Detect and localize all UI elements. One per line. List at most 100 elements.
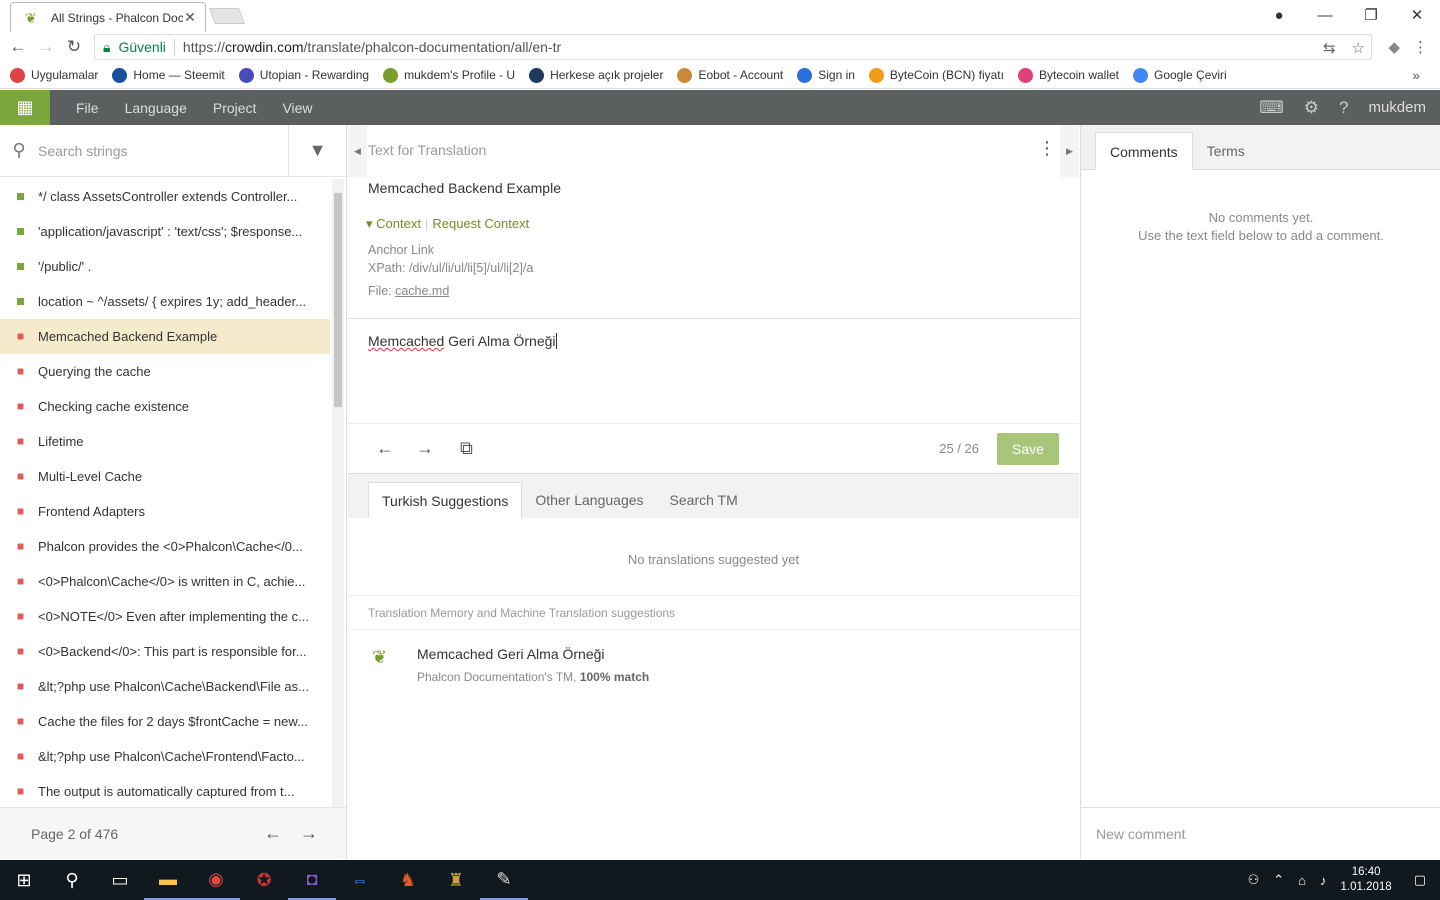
username[interactable]: mukdem bbox=[1368, 99, 1426, 116]
tab-terms[interactable]: Terms bbox=[1193, 132, 1259, 169]
scrollbar-thumb[interactable] bbox=[334, 193, 342, 407]
bookmark-item[interactable]: Google Çeviri bbox=[1133, 67, 1227, 83]
bookmark-item[interactable]: mukdem's Profile - U bbox=[383, 67, 515, 83]
extension-icon[interactable]: ◆ bbox=[1388, 38, 1400, 56]
tray-chevron-icon[interactable]: ⌃ bbox=[1273, 872, 1284, 888]
context-row: ▾ Context | Request Context bbox=[366, 216, 529, 232]
close-window-icon[interactable]: ✕ bbox=[1394, 6, 1440, 24]
strings-scrollbar[interactable] bbox=[332, 179, 344, 809]
tab-search-tm[interactable]: Search TM bbox=[657, 482, 751, 518]
app-icon[interactable]: ♞ bbox=[384, 860, 432, 900]
save-button[interactable]: Save bbox=[997, 432, 1059, 465]
reload-icon[interactable]: ↻ bbox=[60, 37, 88, 57]
string-row[interactable]: &lt;?php use Phalcon\Cache\Backend\File … bbox=[0, 669, 330, 704]
string-row[interactable]: Phalcon provides the <0>Phalcon\Cache</0… bbox=[0, 529, 330, 564]
clock[interactable]: 16:40 1.01.2018 bbox=[1341, 865, 1392, 895]
string-row[interactable]: '/public/' . bbox=[0, 249, 330, 284]
keyboard-icon[interactable]: ⌨ bbox=[1259, 98, 1284, 118]
string-row[interactable]: */ class AssetsController extends Contro… bbox=[0, 179, 330, 214]
file-link[interactable]: cache.md bbox=[395, 284, 449, 298]
more-bookmarks-icon[interactable]: » bbox=[1412, 67, 1420, 83]
help-icon[interactable]: ? bbox=[1339, 98, 1348, 118]
string-row[interactable]: Memcached Backend Example bbox=[0, 319, 330, 354]
menu-item-view[interactable]: View bbox=[282, 100, 312, 116]
teamviewer-icon[interactable]: ⇔ bbox=[336, 860, 384, 900]
league-icon[interactable]: ♜ bbox=[432, 860, 480, 900]
next-page-icon[interactable]: → bbox=[300, 823, 318, 844]
new-comment-input[interactable]: New comment bbox=[1081, 807, 1440, 859]
string-row[interactable]: Querying the cache bbox=[0, 354, 330, 389]
prev-page-icon[interactable]: ← bbox=[264, 823, 282, 844]
untranslated-status-icon bbox=[17, 543, 24, 550]
url-field[interactable]: 🔒︎ Güvenli https://crowdin.com/translate… bbox=[94, 34, 1372, 60]
search-taskbar-icon[interactable]: ⚲ bbox=[48, 860, 96, 900]
string-row[interactable]: Checking cache existence bbox=[0, 389, 330, 424]
translate-page-icon[interactable]: ⇆ bbox=[1323, 39, 1336, 57]
string-row[interactable]: location ~ ^/assets/ { expires 1y; add_h… bbox=[0, 284, 330, 319]
bookmark-item[interactable]: Home — Steemit bbox=[112, 67, 225, 83]
string-row[interactable]: The output is automatically captured fro… bbox=[0, 774, 330, 809]
string-row[interactable]: Frontend Adapters bbox=[0, 494, 330, 529]
apps-grid-icon[interactable]: ▦ bbox=[0, 90, 50, 125]
bookmark-item[interactable]: Herkese açık projeler bbox=[529, 67, 663, 83]
profile-icon[interactable]: ● bbox=[1256, 7, 1302, 24]
previous-string-icon[interactable]: ← bbox=[376, 438, 394, 459]
string-row[interactable]: <0>NOTE</0> Even after implementing the … bbox=[0, 599, 330, 634]
bookmark-item[interactable]: Eobot - Account bbox=[677, 67, 783, 83]
next-string-icon[interactable]: → bbox=[416, 438, 434, 459]
new-tab-button[interactable] bbox=[209, 8, 245, 24]
menu-item-project[interactable]: Project bbox=[213, 100, 257, 116]
back-icon[interactable]: ← bbox=[4, 37, 32, 57]
minimize-icon[interactable]: — bbox=[1302, 7, 1348, 24]
anchor-link: Anchor Link bbox=[368, 243, 435, 257]
bookmark-item[interactable]: Sign in bbox=[797, 67, 855, 83]
maximize-icon[interactable]: ❐ bbox=[1348, 6, 1394, 24]
menu-item-file[interactable]: File bbox=[76, 100, 99, 116]
string-row[interactable]: &lt;?php use Phalcon\Cache\Frontend\Fact… bbox=[0, 739, 330, 774]
filter-icon[interactable]: ▼ bbox=[288, 124, 346, 177]
windows-start-icon[interactable]: ⊞ bbox=[0, 860, 48, 900]
chrome-menu-icon[interactable]: ⋮ bbox=[1413, 38, 1428, 56]
string-row[interactable]: Cache the files for 2 days $frontCache =… bbox=[0, 704, 330, 739]
notifications-icon[interactable]: ▢ bbox=[1414, 872, 1426, 888]
bookmark-item[interactable]: Uygulamalar bbox=[10, 67, 98, 83]
bookmark-star-icon[interactable]: ☆ bbox=[1352, 39, 1365, 57]
string-row[interactable]: <0>Backend</0>: This part is responsible… bbox=[0, 634, 330, 669]
gear-icon[interactable]: ⚙ bbox=[1304, 98, 1319, 118]
forward-icon[interactable]: → bbox=[32, 37, 60, 57]
people-icon[interactable]: ⚇ bbox=[1248, 872, 1260, 888]
volume-icon[interactable]: ♪ bbox=[1320, 873, 1327, 888]
task-view-icon[interactable]: ▭ bbox=[96, 860, 144, 900]
collapse-right-icon[interactable]: ▶ bbox=[1060, 125, 1079, 177]
game-app-icon[interactable]: ✪ bbox=[240, 860, 288, 900]
copy-source-icon[interactable]: ⧉ bbox=[460, 438, 473, 459]
string-row[interactable]: <0>Phalcon\Cache</0> is written in C, ac… bbox=[0, 564, 330, 599]
string-text: &lt;?php use Phalcon\Cache\Frontend\Fact… bbox=[38, 749, 305, 764]
bookmark-item[interactable]: Utopian - Rewarding bbox=[238, 67, 369, 83]
discord-icon[interactable]: ◘ bbox=[288, 860, 336, 900]
browser-tab[interactable]: ❦ All Strings - Phalcon Doc ✕ bbox=[10, 2, 206, 32]
string-row[interactable]: Multi-Level Cache bbox=[0, 459, 330, 494]
tab-other-languages[interactable]: Other Languages bbox=[522, 482, 656, 518]
translation-input[interactable]: Memcached Geri Alma Örneği bbox=[368, 333, 557, 349]
search-input[interactable]: Search strings bbox=[38, 143, 288, 159]
url-text: https://crowdin.com/translate/phalcon-do… bbox=[183, 39, 561, 55]
collapse-left-icon[interactable]: ◀ bbox=[348, 125, 367, 177]
close-tab-icon[interactable]: ✕ bbox=[183, 9, 197, 26]
xpath-text: XPath: /div/ul/li/ul/li[5]/ul/li[2]/a bbox=[368, 261, 534, 275]
menu-item-language[interactable]: Language bbox=[125, 100, 187, 116]
request-context-link[interactable]: Request Context bbox=[432, 216, 529, 231]
string-row[interactable]: Lifetime bbox=[0, 424, 330, 459]
network-icon[interactable]: ⌂ bbox=[1298, 873, 1306, 888]
bookmark-item[interactable]: ByteCoin (BCN) fiyatı bbox=[868, 67, 1004, 83]
more-options-icon[interactable]: ⋮ bbox=[1038, 139, 1056, 157]
paint-app-icon[interactable]: ✎ bbox=[480, 860, 528, 900]
tab-turkish-suggestions[interactable]: Turkish Suggestions bbox=[368, 482, 523, 518]
context-toggle[interactable]: ▾ Context bbox=[366, 216, 421, 231]
bookmark-item[interactable]: Bytecoin wallet bbox=[1017, 67, 1119, 83]
tab-comments[interactable]: Comments bbox=[1095, 132, 1193, 170]
chrome-icon[interactable]: ◉ bbox=[192, 860, 240, 900]
file-explorer-icon[interactable]: ▬ bbox=[144, 860, 192, 900]
string-row[interactable]: 'application/javascript' : 'text/css'; $… bbox=[0, 214, 330, 249]
windows-taskbar: ⊞ ⚲ ▭ ▬ ◉ ✪ ◘ ⇔ ♞ ♜ ✎ ⚇ ⌃ ⌂ ♪ 16:40 1.01… bbox=[0, 860, 1440, 900]
